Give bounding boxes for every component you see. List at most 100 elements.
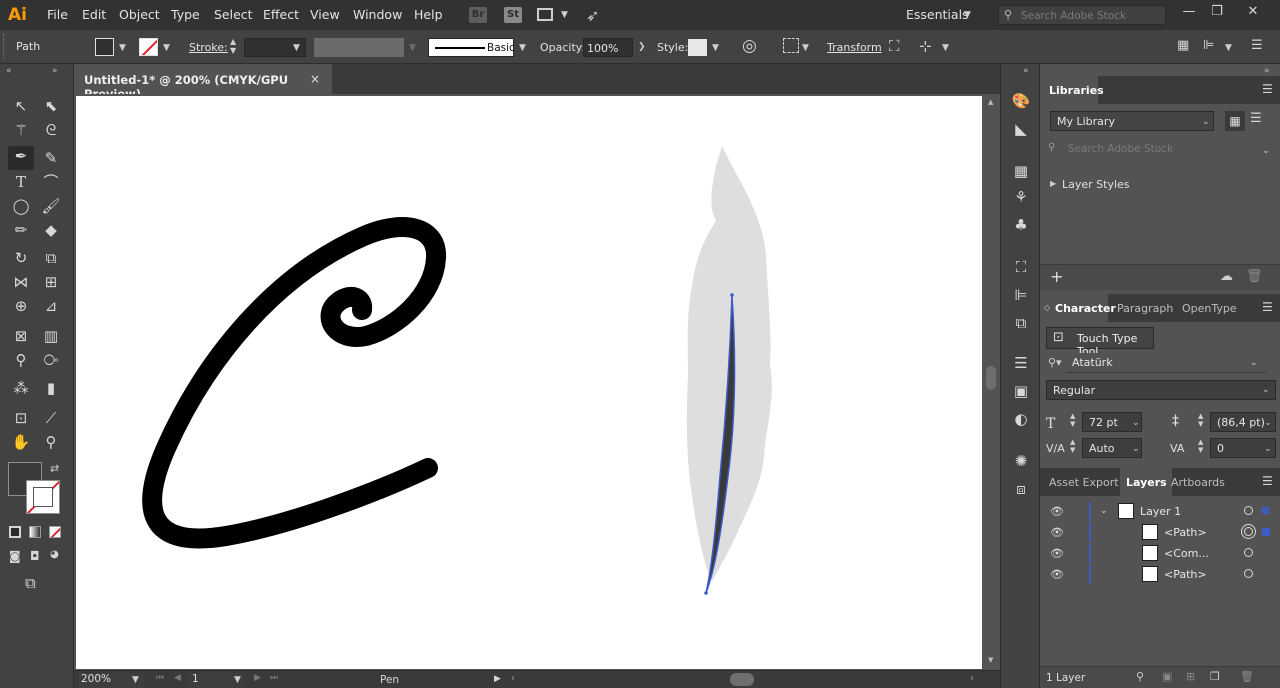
mesh-tool-icon[interactable]: ⊠	[10, 326, 32, 346]
delete-layer-icon[interactable]: 🗑	[1240, 670, 1254, 683]
chevron-down-icon[interactable]: ▼	[163, 43, 170, 53]
visibility-eye-icon[interactable]: 👁	[1050, 547, 1064, 560]
distribute-icon[interactable]: ⊫	[1203, 38, 1214, 53]
stroke-stepper[interactable]: ▲ ▼	[230, 37, 236, 55]
list-view-icon[interactable]: ☰	[1250, 111, 1262, 126]
panel-menu-icon[interactable]: ☰	[1262, 82, 1273, 96]
target-icon[interactable]	[1244, 527, 1253, 536]
next-artboard-icon[interactable]: ▶	[254, 673, 261, 683]
line-segment-tool-icon[interactable]: ⌒	[40, 172, 62, 192]
menu-window[interactable]: Window	[353, 7, 402, 22]
last-artboard-icon[interactable]: ⏭	[270, 673, 278, 683]
tab-layers[interactable]: Layers	[1126, 476, 1167, 489]
grip-icon[interactable]	[3, 34, 7, 60]
menu-object[interactable]: Object	[119, 7, 160, 22]
artwork[interactable]	[76, 96, 982, 669]
symbol-sprayer-tool-icon[interactable]: ⁂	[10, 378, 32, 398]
chevron-down-icon[interactable]: ▼	[964, 10, 971, 20]
menu-effect[interactable]: Effect	[263, 7, 299, 22]
chevron-down-icon[interactable]: ▼	[561, 10, 568, 20]
appearance-icon[interactable]: ✺	[1011, 452, 1031, 470]
layer-row[interactable]: 👁 <Com...	[1040, 543, 1280, 564]
perspective-grid-tool-icon[interactable]: ⊿	[40, 296, 62, 316]
pathfinder-icon[interactable]: ⧉	[1011, 314, 1031, 332]
document-tab[interactable]: Untitled-1* @ 200% (CMYK/GPU Preview) ×	[74, 64, 332, 101]
direct-selection-tool-icon[interactable]: ⬉	[40, 96, 62, 116]
font-size-stepper[interactable]: ▲ ▼	[1070, 412, 1075, 428]
panel-menu-icon[interactable]: ☰	[1262, 300, 1273, 314]
close-tab-icon[interactable]: ×	[310, 72, 320, 86]
chevron-down-icon[interactable]: ▼	[132, 675, 139, 685]
chevron-down-icon[interactable]: ▼	[942, 43, 949, 53]
isolate-object-icon[interactable]: ⛶	[889, 37, 900, 55]
menu-select[interactable]: Select	[214, 7, 253, 22]
eyedropper-tool-icon[interactable]: ⚲	[10, 350, 32, 370]
gpu-performance-icon[interactable]: ➶	[586, 6, 599, 25]
cloud-sync-icon[interactable]: ☁	[1220, 269, 1233, 284]
scroll-thumb[interactable]	[986, 366, 996, 390]
chevron-down-icon[interactable]: ▼	[1225, 43, 1232, 53]
opacity-field[interactable]: 100%	[583, 38, 633, 57]
gradient-tool-icon[interactable]: ▥	[40, 326, 62, 346]
magic-wand-tool-icon[interactable]: ⚚	[10, 120, 32, 140]
pencil-tool-icon[interactable]: ✏	[10, 220, 32, 240]
brushes-icon[interactable]: ⚘	[1011, 188, 1031, 206]
chevron-down-icon[interactable]: ⌄	[1264, 444, 1272, 454]
variable-width-profile[interactable]	[314, 38, 404, 57]
color-icon[interactable]: ◣	[1011, 120, 1031, 138]
menu-file[interactable]: File	[47, 7, 68, 22]
slice-tool-icon[interactable]: ⟋	[40, 408, 62, 428]
tracking-stepper[interactable]: ▲ ▼	[1198, 438, 1203, 454]
new-layer-icon[interactable]: ❐	[1210, 670, 1220, 683]
scroll-right-icon[interactable]: ›	[970, 673, 974, 684]
type-tool-icon[interactable]: T	[10, 172, 32, 192]
layer-name[interactable]: <Path>	[1164, 568, 1207, 581]
chevron-down-icon[interactable]: ▼	[519, 43, 526, 53]
arrange-documents-icon[interactable]	[537, 8, 553, 21]
artboard-tool-icon[interactable]: ⊡	[10, 408, 32, 428]
new-sublayer-icon[interactable]: ⊞	[1186, 670, 1195, 683]
paintbrush-tool-icon[interactable]: 🖌	[40, 196, 62, 216]
opacity-label[interactable]: Opacity:	[540, 41, 585, 54]
close-icon[interactable]: ✕	[1243, 4, 1263, 22]
chevron-down-icon[interactable]: ⌄	[1100, 506, 1108, 516]
scroll-left-icon[interactable]: ‹	[511, 673, 515, 684]
library-select[interactable]: My Library	[1050, 111, 1214, 131]
blend-tool-icon[interactable]: ⧂	[40, 350, 62, 370]
scale-tool-icon[interactable]: ⧉	[40, 248, 62, 268]
transform-link[interactable]: Transform	[827, 41, 882, 54]
zoom-tool-icon[interactable]: ⚲	[40, 432, 62, 452]
visibility-eye-icon[interactable]: 👁	[1050, 505, 1064, 518]
graphic-style-swatch[interactable]	[688, 39, 707, 56]
disclosure-icon[interactable]: ▶	[1050, 179, 1056, 188]
collapse-icon[interactable]: «	[6, 66, 12, 76]
tab-asset-export[interactable]: Asset Export	[1049, 476, 1119, 489]
layer-styles-group[interactable]: Layer Styles	[1062, 178, 1130, 191]
font-style-select[interactable]: Regular	[1046, 380, 1276, 400]
draw-inside-icon[interactable]: ◕	[50, 549, 59, 560]
align-to-icon[interactable]	[783, 38, 799, 53]
minimize-icon[interactable]: —	[1179, 4, 1199, 22]
column-graph-tool-icon[interactable]: ▮	[40, 378, 62, 398]
library-search-input[interactable]: Search Adobe Stock	[1068, 143, 1173, 155]
align-icon[interactable]: ⊫	[1011, 286, 1031, 304]
scroll-down-icon[interactable]: ▼	[988, 656, 993, 664]
color-guide-icon[interactable]: 🎨	[1011, 92, 1031, 110]
target-icon[interactable]	[1244, 569, 1253, 578]
recolor-artwork-icon[interactable]: ◎	[742, 36, 757, 56]
align-grid-icon[interactable]: ▦	[1177, 38, 1189, 53]
search-stock-input[interactable]: Search Adobe Stock	[998, 5, 1166, 25]
chevron-down-icon[interactable]: ⌄	[1202, 117, 1210, 127]
puppet-warp-icon[interactable]: ⊹	[919, 37, 932, 55]
status-menu-icon[interactable]: ▶	[494, 674, 501, 684]
shape-builder-tool-icon[interactable]: ⊕	[10, 296, 32, 316]
width-tool-icon[interactable]: ⋈	[10, 272, 32, 292]
stroke-color-swatch[interactable]	[26, 480, 60, 514]
layer-name[interactable]: Layer 1	[1140, 505, 1181, 518]
hand-tool-icon[interactable]: ✋	[10, 432, 32, 452]
ellipse-tool-icon[interactable]: ◯	[10, 196, 32, 216]
chevron-down-icon[interactable]: ▼	[712, 43, 719, 53]
expand-icon[interactable]: «	[1023, 66, 1029, 76]
free-transform-tool-icon[interactable]: ⊞	[40, 272, 62, 292]
font-family-field[interactable]: Atatürk	[1066, 353, 1266, 373]
